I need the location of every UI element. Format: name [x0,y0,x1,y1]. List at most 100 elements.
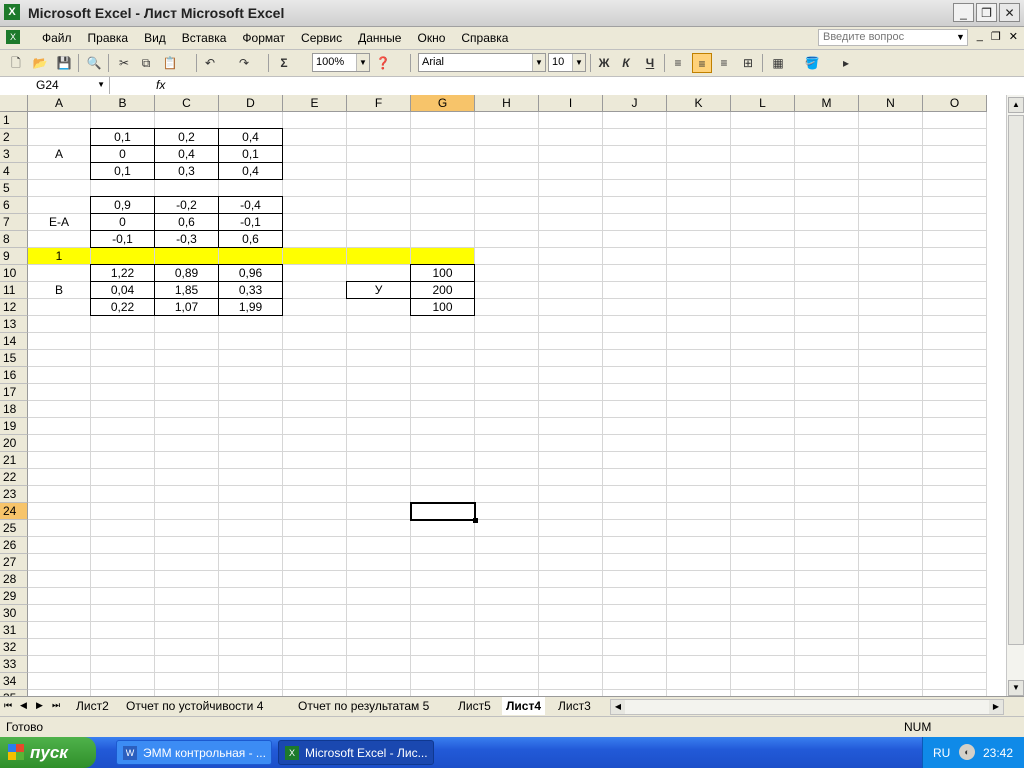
cell-f9[interactable] [347,248,411,265]
cell-i8[interactable] [539,231,603,248]
save-icon[interactable]: 💾 [54,53,74,73]
cell-j12[interactable] [603,299,667,316]
column-header[interactable]: L [731,95,795,112]
cell-a5[interactable] [28,180,91,197]
cell-l20[interactable] [731,435,795,452]
cell-d10[interactable]: 0,96 [218,264,283,282]
cell-j22[interactable] [603,469,667,486]
cell-c2[interactable]: 0,2 [154,128,219,146]
cell-i6[interactable] [539,197,603,214]
cell-e27[interactable] [283,554,347,571]
language-indicator[interactable]: RU [933,746,950,760]
cell-j8[interactable] [603,231,667,248]
cell-h7[interactable] [475,214,539,231]
cell-d5[interactable] [219,180,283,197]
cell-f7[interactable] [347,214,411,231]
cell-l6[interactable] [731,197,795,214]
cell-n21[interactable] [859,452,923,469]
menu-item[interactable]: Окно [409,31,453,45]
cell-c6[interactable]: -0,2 [154,196,219,214]
cell-o2[interactable] [923,129,987,146]
cell-c12[interactable]: 1,07 [154,298,219,316]
cell-k16[interactable] [667,367,731,384]
cell-g18[interactable] [411,401,475,418]
cell-h14[interactable] [475,333,539,350]
cell-k3[interactable] [667,146,731,163]
cell-f1[interactable] [347,112,411,129]
cell-l24[interactable] [731,503,795,520]
cell-c7[interactable]: 0,6 [154,213,219,231]
cell-g10[interactable]: 100 [410,264,475,282]
cell-c15[interactable] [155,350,219,367]
cell-f28[interactable] [347,571,411,588]
cell-n19[interactable] [859,418,923,435]
row-header[interactable]: 4 [0,163,28,180]
cell-e11[interactable] [283,282,347,299]
cell-m4[interactable] [795,163,859,180]
cell-k31[interactable] [667,622,731,639]
cell-c28[interactable] [155,571,219,588]
cell-o21[interactable] [923,452,987,469]
start-button[interactable]: пуск [0,737,96,768]
cell-l4[interactable] [731,163,795,180]
cell-g20[interactable] [411,435,475,452]
cell-h23[interactable] [475,486,539,503]
cell-k10[interactable] [667,265,731,282]
cell-d29[interactable] [219,588,283,605]
cell-b22[interactable] [91,469,155,486]
cell-k9[interactable] [667,248,731,265]
cell-f14[interactable] [347,333,411,350]
cell-c4[interactable]: 0,3 [154,162,219,180]
cell-k29[interactable] [667,588,731,605]
cell-a17[interactable] [28,384,91,401]
cell-n31[interactable] [859,622,923,639]
cell-a28[interactable] [28,571,91,588]
cell-n9[interactable] [859,248,923,265]
underline-button[interactable]: Ч [640,53,660,73]
cell-b31[interactable] [91,622,155,639]
cell-d27[interactable] [219,554,283,571]
cell-b29[interactable] [91,588,155,605]
copy-icon[interactable]: ⧉ [136,53,156,73]
column-header[interactable]: G [411,95,475,112]
column-header[interactable]: M [795,95,859,112]
cell-b12[interactable]: 0,22 [90,298,155,316]
cell-m28[interactable] [795,571,859,588]
cell-n2[interactable] [859,129,923,146]
cell-e25[interactable] [283,520,347,537]
cell-n3[interactable] [859,146,923,163]
row-header[interactable]: 27 [0,554,28,571]
cell-b7[interactable]: 0 [90,213,155,231]
cell-b5[interactable] [91,180,155,197]
cell-d15[interactable] [219,350,283,367]
scroll-thumb[interactable] [1008,115,1024,645]
help-icon[interactable]: ❓ [373,53,393,73]
align-center-icon[interactable]: ≡ [692,53,712,73]
workbook-restore-button[interactable]: ❐ [991,30,1001,43]
help-dropdown-icon[interactable]: ▼ [956,32,965,42]
cell-c32[interactable] [155,639,219,656]
toolbar-options-icon[interactable]: ▸ [836,53,856,73]
row-header[interactable]: 26 [0,537,28,554]
cell-m7[interactable] [795,214,859,231]
row-header[interactable]: 31 [0,622,28,639]
cell-b34[interactable] [91,673,155,690]
cell-m3[interactable] [795,146,859,163]
cell-e34[interactable] [283,673,347,690]
cell-e12[interactable] [283,299,347,316]
cell-h22[interactable] [475,469,539,486]
cell-d31[interactable] [219,622,283,639]
row-header[interactable]: 16 [0,367,28,384]
cell-n6[interactable] [859,197,923,214]
row-header[interactable]: 3 [0,146,28,163]
cell-a1[interactable] [28,112,91,129]
cell-b23[interactable] [91,486,155,503]
cell-f30[interactable] [347,605,411,622]
cell-g25[interactable] [411,520,475,537]
cell-j28[interactable] [603,571,667,588]
cell-m8[interactable] [795,231,859,248]
cell-a27[interactable] [28,554,91,571]
cell-l30[interactable] [731,605,795,622]
cell-i11[interactable] [539,282,603,299]
cell-n1[interactable] [859,112,923,129]
